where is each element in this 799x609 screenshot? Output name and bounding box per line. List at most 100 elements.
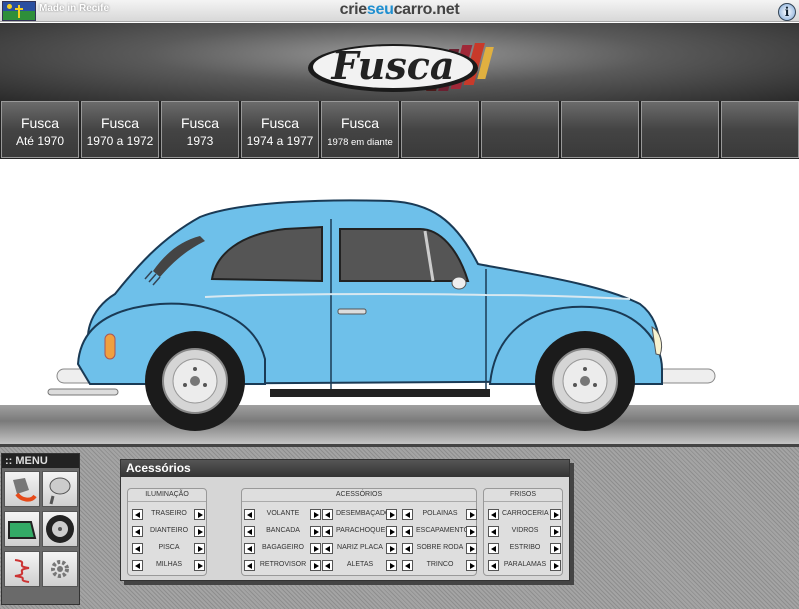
option-row-dianteiro: DIANTEIRO <box>132 526 206 538</box>
wheel-icon[interactable] <box>42 511 78 547</box>
prev-arrow-icon[interactable] <box>132 509 143 520</box>
option-row-retrovisor: RETROVISOR <box>244 560 322 572</box>
prev-arrow-icon[interactable] <box>322 509 333 520</box>
next-arrow-icon[interactable] <box>310 543 321 554</box>
menu-title: :: MENU <box>2 454 79 468</box>
next-arrow-icon[interactable] <box>550 560 561 571</box>
next-arrow-icon[interactable] <box>310 526 321 537</box>
prev-arrow-icon[interactable] <box>402 526 413 537</box>
prev-arrow-icon[interactable] <box>132 526 143 537</box>
next-arrow-icon[interactable] <box>466 526 477 537</box>
option-label: SOBRE RODA <box>416 544 464 551</box>
option-label: ESCAPAMENTO <box>416 527 470 534</box>
option-row-bancada: BANCADA <box>244 526 322 538</box>
prev-arrow-icon[interactable] <box>488 543 499 554</box>
bottom-panel: :: MENU Acessórios ILUMINAÇÃO TRASEIRODI… <box>0 444 799 609</box>
model-tab-years: 1970 a 1972 <box>86 134 154 148</box>
option-label: TRASEIRO <box>151 510 187 517</box>
info-icon[interactable]: i <box>778 3 796 21</box>
next-arrow-icon[interactable] <box>550 543 561 554</box>
prev-arrow-icon[interactable] <box>244 560 255 571</box>
option-label: PARALAMAS <box>503 561 547 568</box>
site-name: crieseucarro.net <box>339 1 460 18</box>
group-frisos: FRISOS CARROCERIA VIDROS ESTRIBO PARALAMAS <box>483 488 563 576</box>
model-tab-years: 1978 em diante <box>327 137 393 148</box>
next-arrow-icon[interactable] <box>466 509 477 520</box>
prev-arrow-icon[interactable] <box>488 560 499 571</box>
group-iluminacao-title: ILUMINAÇÃO <box>128 489 206 502</box>
accessories-title: Acessórios <box>121 460 569 477</box>
model-tab-6[interactable] <box>401 101 479 158</box>
next-arrow-icon[interactable] <box>550 526 561 537</box>
next-arrow-icon[interactable] <box>386 560 397 571</box>
model-tab-8[interactable] <box>561 101 639 158</box>
model-tab-4[interactable]: Fusca 1974 a 1977 <box>241 101 319 158</box>
prev-arrow-icon[interactable] <box>402 560 413 571</box>
prev-arrow-icon[interactable] <box>488 509 499 520</box>
model-tab-title: Fusca <box>180 115 220 131</box>
prev-arrow-icon[interactable] <box>132 543 143 554</box>
option-label: VOLANTE <box>266 510 300 517</box>
prev-arrow-icon[interactable] <box>322 526 333 537</box>
option-row-polainas: POLAINAS <box>402 509 478 521</box>
model-tab-5[interactable]: Fusca 1978 em diante <box>321 101 399 158</box>
model-tab-years: 1973 <box>186 134 214 148</box>
model-tab-9[interactable] <box>641 101 719 158</box>
prev-arrow-icon[interactable] <box>244 509 255 520</box>
option-label: PISCA <box>158 544 180 551</box>
prev-arrow-icon[interactable] <box>402 543 413 554</box>
option-row-sobre-roda: SOBRE RODA <box>402 543 478 555</box>
next-arrow-icon[interactable] <box>194 526 205 537</box>
model-tab-7[interactable] <box>481 101 559 158</box>
option-row-traseiro: TRASEIRO <box>132 509 206 521</box>
prev-arrow-icon[interactable] <box>488 526 499 537</box>
model-tab-years: Até 1970 <box>15 134 65 148</box>
option-row-escapamento: ESCAPAMENTO <box>402 526 478 538</box>
model-tab-1[interactable]: Fusca Até 1970 <box>1 101 79 158</box>
next-arrow-icon[interactable] <box>194 543 205 554</box>
next-arrow-icon[interactable] <box>310 560 321 571</box>
option-label: ESTRIBO <box>509 544 541 551</box>
option-row-trinco: TRINCO <box>402 560 478 572</box>
prev-arrow-icon[interactable] <box>322 543 333 554</box>
model-tab-10[interactable] <box>721 101 799 158</box>
next-arrow-icon[interactable] <box>310 509 321 520</box>
option-label: TRINCO <box>426 561 454 568</box>
prev-arrow-icon[interactable] <box>244 543 255 554</box>
next-arrow-icon[interactable] <box>466 560 477 571</box>
next-arrow-icon[interactable] <box>194 509 205 520</box>
mirror-icon[interactable] <box>42 471 78 507</box>
prev-arrow-icon[interactable] <box>402 509 413 520</box>
prev-arrow-icon[interactable] <box>322 560 333 571</box>
model-tab-2[interactable]: Fusca 1970 a 1972 <box>81 101 159 158</box>
spring-icon[interactable] <box>4 551 40 587</box>
prev-arrow-icon[interactable] <box>244 526 255 537</box>
option-label: CARROCERIA <box>502 510 549 517</box>
menu-panel: :: MENU <box>1 453 80 605</box>
gear-icon[interactable] <box>42 551 78 587</box>
option-label: BAGAGEIRO <box>261 544 304 551</box>
option-row-estribo: ESTRIBO <box>488 543 562 555</box>
option-label: VIDROS <box>511 527 539 534</box>
prev-arrow-icon[interactable] <box>132 560 143 571</box>
next-arrow-icon[interactable] <box>386 509 397 520</box>
top-bar: Made in Recife crieseucarro.net i <box>0 0 799 22</box>
option-row-pisca: PISCA <box>132 543 206 555</box>
option-row-volante: VOLANTE <box>244 509 322 521</box>
model-tabs: Fusca Até 1970 Fusca 1970 a 1972 Fusca 1973 Fu… <box>0 101 799 159</box>
option-label: BANCADA <box>266 527 300 534</box>
front-wheel <box>535 331 635 431</box>
model-tab-title: Fusca <box>100 115 140 131</box>
paint-bucket-icon[interactable] <box>4 471 40 507</box>
car-preview[interactable] <box>0 159 799 444</box>
option-row-parachoques: PARACHOQUES <box>322 526 398 538</box>
car-stage <box>0 159 799 445</box>
window-icon[interactable] <box>4 511 40 547</box>
next-arrow-icon[interactable] <box>194 560 205 571</box>
next-arrow-icon[interactable] <box>550 509 561 520</box>
group-iluminacao: ILUMINAÇÃO TRASEIRO DIANTEIRO PISCA MILHAS <box>127 488 207 576</box>
next-arrow-icon[interactable] <box>386 543 397 554</box>
next-arrow-icon[interactable] <box>386 526 397 537</box>
next-arrow-icon[interactable] <box>466 543 477 554</box>
model-tab-3[interactable]: Fusca 1973 <box>161 101 239 158</box>
